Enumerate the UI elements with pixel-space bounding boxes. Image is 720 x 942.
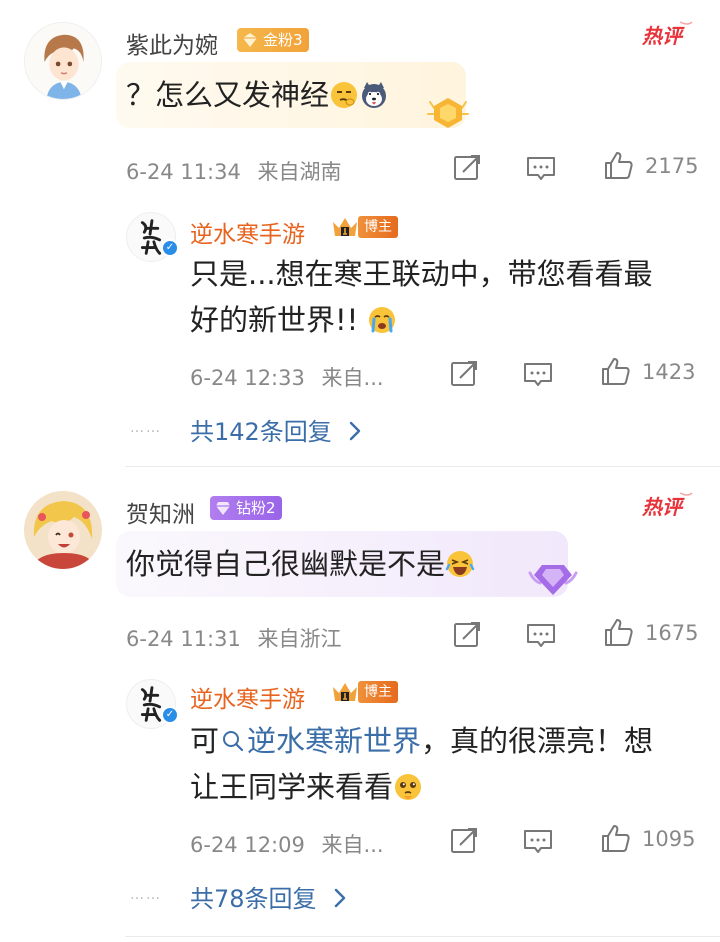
comment-meta: 6-24 11:34 来自湖南 xyxy=(126,156,342,186)
like-count: 1675 xyxy=(645,621,699,645)
timestamp: 6-24 12:33 xyxy=(190,366,305,390)
share-button[interactable] xyxy=(451,619,483,651)
blogger-badge: 博主 xyxy=(330,214,398,240)
chevron-right-icon xyxy=(332,886,348,910)
anime-girl-avatar-icon xyxy=(24,491,102,569)
comment-card: 紫此为婉 金粉3 ？怎么又发神经 6-24 11:34 来自湖南 2175 ✓ xyxy=(0,0,720,466)
skeptical-face-emoji-icon xyxy=(331,82,358,108)
share-icon xyxy=(451,619,483,651)
location: 来自浙江 xyxy=(257,627,342,651)
purple-diamond-medal-icon xyxy=(528,565,578,595)
reply-text: 只是...想在寒王联动中，带您看看最 好的新世界!! xyxy=(190,257,653,337)
comment-button[interactable] xyxy=(525,619,557,651)
share-icon xyxy=(448,825,480,857)
comment-button[interactable] xyxy=(525,152,557,184)
share-icon xyxy=(448,358,480,390)
gold-gem-icon xyxy=(243,33,257,47)
comment-icon xyxy=(525,152,557,184)
comment-button[interactable] xyxy=(522,825,554,857)
share-button[interactable] xyxy=(448,358,480,390)
diamond-gem-icon xyxy=(216,502,230,515)
crying-face-emoji-icon xyxy=(369,307,396,333)
share-button[interactable] xyxy=(448,825,480,857)
thread-dots: …… xyxy=(130,887,162,903)
reply-username[interactable]: 逆水寒手游 xyxy=(190,680,305,714)
comment-icon xyxy=(525,619,557,651)
thumbs-up-icon xyxy=(603,617,635,649)
gold-medal-icon xyxy=(427,98,469,128)
fan-badge-label: 金粉3 xyxy=(263,31,303,49)
share-icon xyxy=(451,152,483,184)
comment-icon xyxy=(522,358,554,390)
like-count: 1095 xyxy=(642,827,696,851)
like-count: 1423 xyxy=(642,360,696,384)
thumbs-up-icon xyxy=(600,356,632,388)
like-button[interactable]: 1095 xyxy=(600,823,695,855)
thread-dots: …… xyxy=(130,420,162,436)
verified-badge-icon: ✓ xyxy=(161,706,179,724)
crown-icon xyxy=(330,214,360,240)
hot-comment-icon xyxy=(642,491,694,521)
verified-badge-icon: ✓ xyxy=(161,239,179,257)
thumbs-up-icon xyxy=(600,823,632,855)
comment-text: 你觉得自己很幽默是不是 xyxy=(126,541,475,587)
topic-search-link[interactable]: 逆水寒新世界 xyxy=(219,724,421,758)
reply-avatar[interactable]: ✓ xyxy=(126,212,179,262)
reply-text: 可逆水寒新世界，真的很漂亮！想 让王同学来看看 xyxy=(190,724,654,804)
view-more-replies-link[interactable]: 共78条回复 xyxy=(190,879,348,914)
timestamp: 6-24 11:34 xyxy=(126,160,241,184)
avatar[interactable] xyxy=(24,22,102,100)
hot-comment-icon xyxy=(642,20,694,50)
username[interactable]: 贺知洲 xyxy=(126,495,195,529)
like-button[interactable]: 1423 xyxy=(600,356,695,388)
location: 来自... xyxy=(321,833,384,857)
reply-meta: 6-24 12:33 来自... xyxy=(190,362,384,392)
divider xyxy=(125,936,720,937)
crown-icon xyxy=(330,679,360,705)
search-icon xyxy=(223,731,244,752)
avatar[interactable] xyxy=(24,491,102,569)
location: 来自湖南 xyxy=(257,160,342,184)
comment-card: 贺知洲 钻粉2 你觉得自己很幽默是不是 6-24 11:31 来自浙江 1675… xyxy=(0,467,720,937)
location: 来自... xyxy=(321,366,384,390)
like-button[interactable]: 2175 xyxy=(603,150,698,182)
blogger-badge: 博主 xyxy=(330,679,398,705)
fan-level-badge[interactable]: 钻粉2 xyxy=(210,496,282,520)
comment-icon xyxy=(522,825,554,857)
comment-text: ？怎么又发神经 xyxy=(126,72,389,118)
timestamp: 6-24 11:31 xyxy=(126,627,241,651)
share-button[interactable] xyxy=(451,152,483,184)
like-button[interactable]: 1675 xyxy=(603,617,698,649)
chevron-right-icon xyxy=(347,419,363,443)
comment-meta: 6-24 11:31 来自浙江 xyxy=(126,623,342,653)
reply-avatar[interactable]: ✓ xyxy=(126,679,179,729)
pleading-face-emoji-icon xyxy=(395,774,422,800)
reply-username[interactable]: 逆水寒手游 xyxy=(190,215,305,249)
timestamp: 6-24 12:09 xyxy=(190,833,305,857)
husky-dog-emoji-icon xyxy=(362,82,387,108)
fan-level-badge[interactable]: 金粉3 xyxy=(237,28,309,52)
comment-button[interactable] xyxy=(522,358,554,390)
like-count: 2175 xyxy=(645,154,699,178)
fan-badge-label: 钻粉2 xyxy=(236,499,276,517)
username[interactable]: 紫此为婉 xyxy=(126,26,218,60)
laughing-face-emoji-icon xyxy=(445,551,475,577)
thumbs-up-icon xyxy=(603,150,635,182)
reply-meta: 6-24 12:09 来自... xyxy=(190,829,384,859)
view-more-replies-link[interactable]: 共142条回复 xyxy=(190,412,363,447)
anime-boy-avatar-icon xyxy=(25,23,101,99)
